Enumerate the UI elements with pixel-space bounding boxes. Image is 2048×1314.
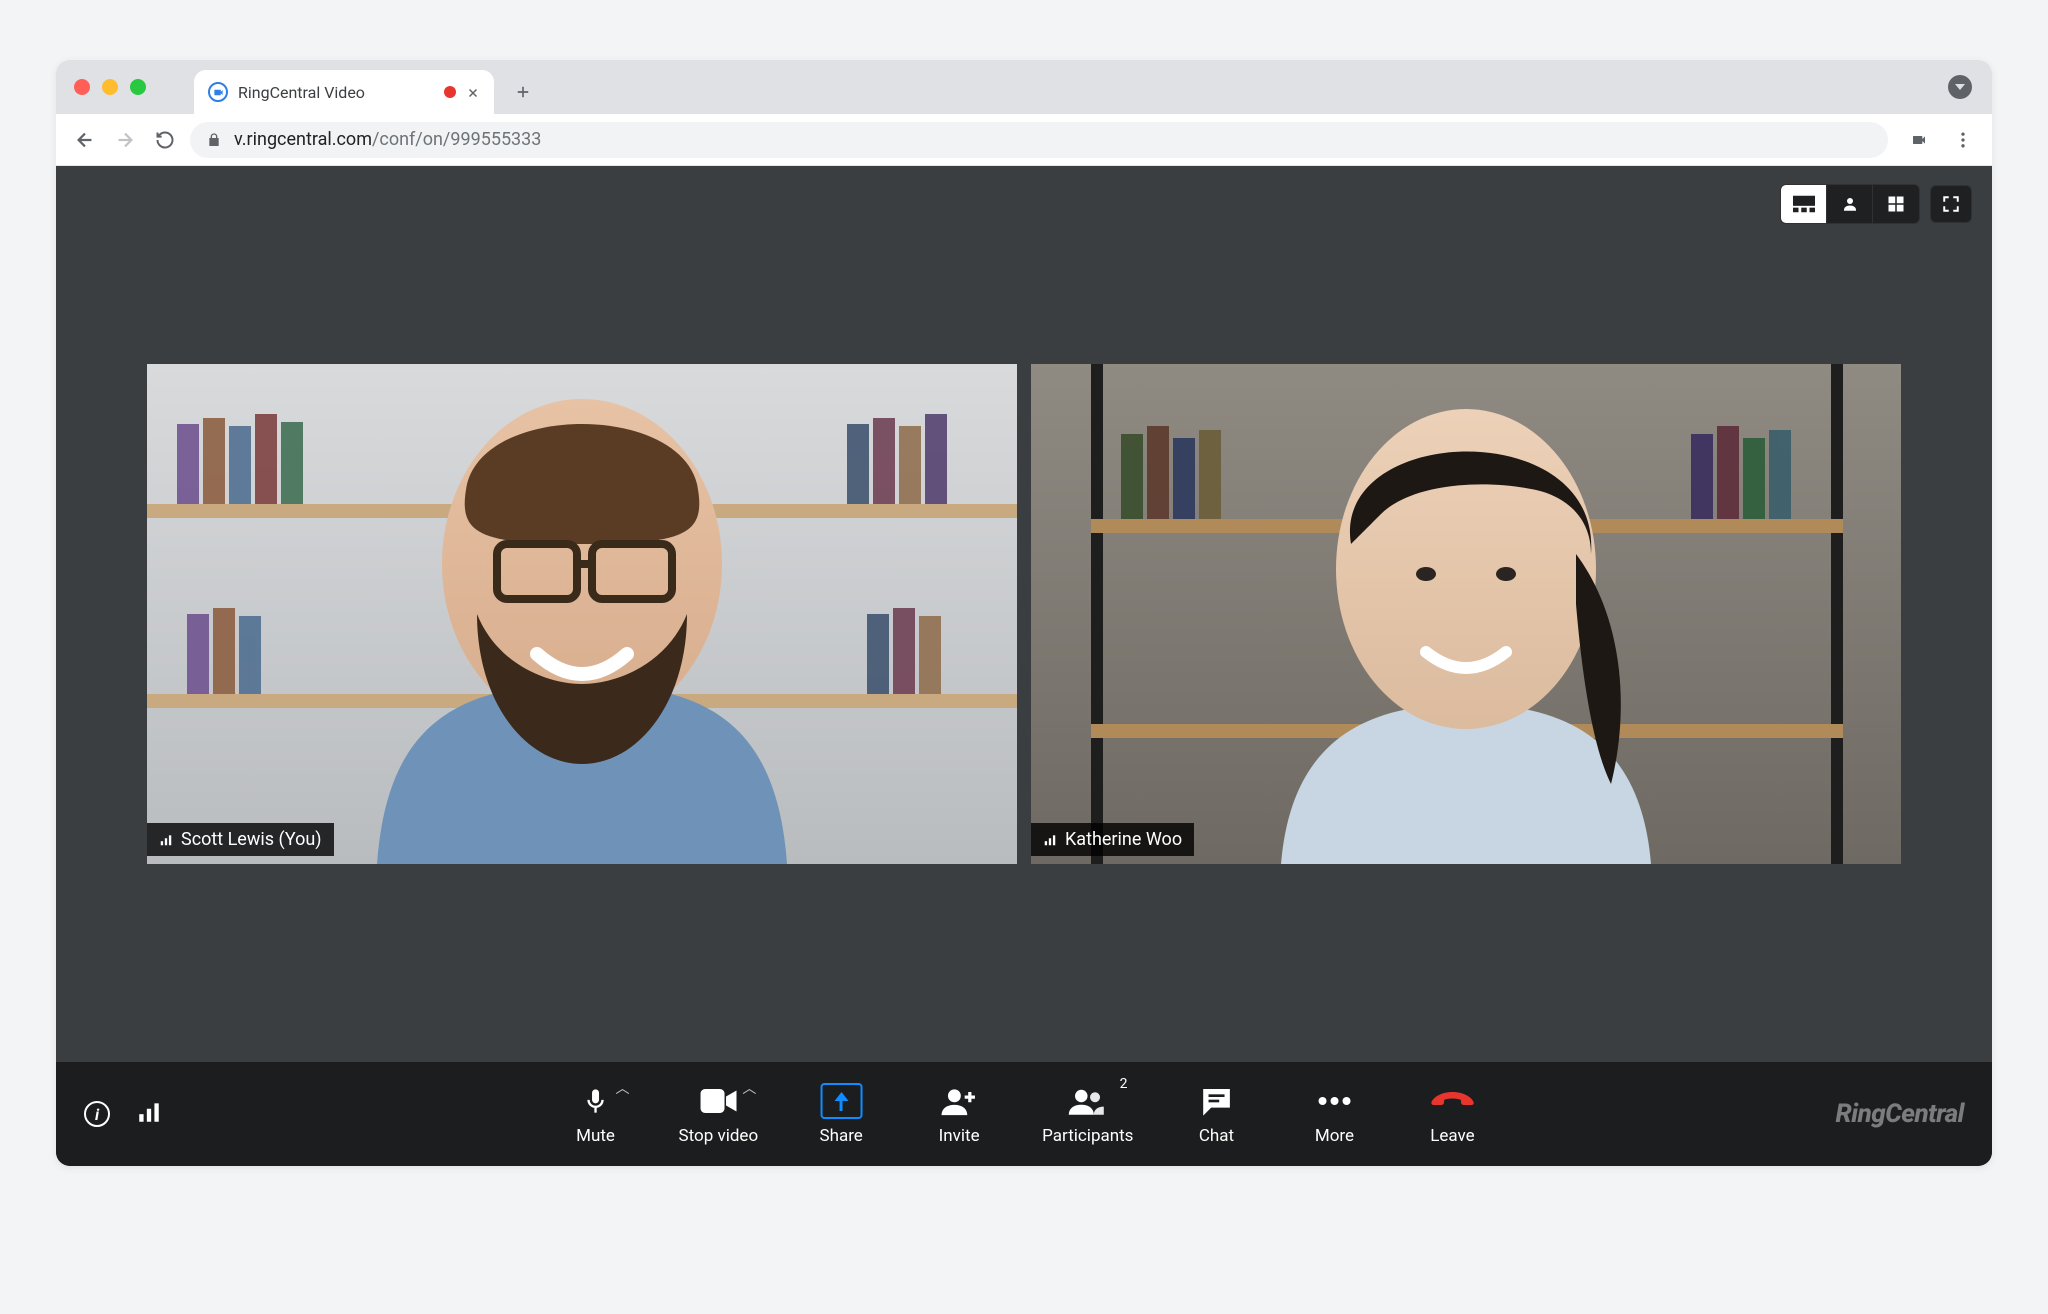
browser-window: RingCentral Video [56,60,1992,1166]
share-label: Share [819,1126,862,1146]
share-button[interactable]: Share [806,1082,876,1146]
invite-label: Invite [939,1126,980,1146]
participant-name: Katherine Woo [1065,829,1182,850]
tab-strip: RingCentral Video [56,60,1992,114]
leave-button[interactable]: Leave [1417,1082,1487,1146]
back-button[interactable] [70,125,100,155]
chat-label: Chat [1199,1126,1234,1146]
new-tab-button[interactable] [506,75,540,109]
microphone-icon [582,1085,610,1117]
close-window-button[interactable] [74,79,90,95]
chevron-up-icon[interactable]: ︿ [742,1078,756,1098]
participants-label: Participants [1042,1126,1133,1146]
mute-label: Mute [576,1126,615,1146]
favicon-icon [208,82,228,102]
participants-count: 2 [1120,1076,1128,1092]
url: v.ringcentral.com/conf/on/999555333 [234,129,541,150]
signal-icon [1043,833,1057,847]
video-tile[interactable]: Katherine Woo [1031,364,1901,864]
stop-video-label: Stop video [679,1126,759,1146]
participant-name: Scott Lewis (You) [181,829,322,850]
recording-indicator-icon [444,86,456,98]
layout-segmented-control [1780,184,1920,224]
invite-icon [941,1086,977,1116]
more-label: More [1315,1126,1354,1146]
participants-icon [1068,1086,1108,1116]
view-controls [1780,184,1972,224]
browser-menu-button[interactable] [1948,125,1978,155]
chat-button[interactable]: Chat [1181,1082,1251,1146]
profile-menu-button[interactable] [1948,75,1972,99]
signal-icon [159,833,173,847]
video-camera-icon [700,1088,736,1114]
reload-button[interactable] [150,125,180,155]
speaker-layout-button[interactable] [1827,185,1873,223]
participant-name-tag: Katherine Woo [1031,823,1194,856]
video-tile[interactable]: Scott Lewis (You) [147,364,1017,864]
leave-label: Leave [1430,1126,1474,1146]
connection-quality-button[interactable] [136,1099,162,1129]
mute-button[interactable]: ︿ Mute [561,1082,631,1146]
gallery-layout-button[interactable] [1873,185,1919,223]
forward-button[interactable] [110,125,140,155]
maximize-window-button[interactable] [130,79,146,95]
filmstrip-layout-button[interactable] [1781,185,1827,223]
lock-icon [206,132,222,148]
minimize-window-button[interactable] [102,79,118,95]
address-bar[interactable]: v.ringcentral.com/conf/on/999555333 [190,122,1888,158]
url-path: /conf/on/999555333 [372,129,541,150]
brand-logo: RingCentral [1836,1099,1965,1129]
participant-name-tag: Scott Lewis (You) [147,823,334,856]
video-tiles: Scott Lewis (You) [56,166,1992,1062]
stop-video-button[interactable]: ︿ Stop video [679,1082,759,1146]
url-host: v.ringcentral.com [234,129,372,150]
participants-button[interactable]: 2 Participants [1042,1082,1133,1146]
share-screen-icon [820,1083,862,1119]
browser-tab[interactable]: RingCentral Video [194,70,494,114]
more-button[interactable]: More [1299,1082,1369,1146]
more-icon [1317,1096,1351,1106]
meeting-viewport: Scott Lewis (You) [56,166,1992,1166]
fullscreen-button[interactable] [1930,185,1972,223]
meeting-toolbar: i ︿ Mute [56,1062,1992,1166]
address-bar-row: v.ringcentral.com/conf/on/999555333 [56,114,1992,166]
close-tab-button[interactable] [466,85,480,99]
hangup-icon [1430,1088,1474,1114]
meeting-info-button[interactable]: i [84,1101,110,1127]
tab-title: RingCentral Video [238,83,434,102]
chevron-up-icon[interactable]: ︿ [616,1078,630,1098]
chat-icon [1200,1086,1232,1116]
window-controls [74,60,146,114]
invite-button[interactable]: Invite [924,1082,994,1146]
camera-indicator-icon[interactable] [1908,132,1930,148]
